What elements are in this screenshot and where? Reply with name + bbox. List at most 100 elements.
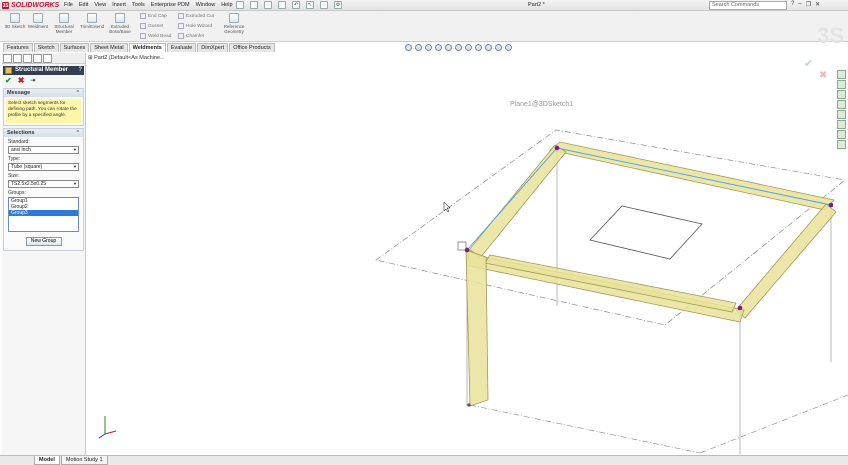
graphics-area[interactable]: [86, 53, 836, 455]
chamfer-button[interactable]: Chamfer: [178, 33, 204, 39]
display-style-icon[interactable]: [455, 44, 462, 51]
selections-header-text: Selections: [7, 130, 35, 136]
restore-icon[interactable]: ❐: [806, 1, 811, 8]
structural-member-button[interactable]: Structural Member: [52, 13, 76, 34]
view-settings-icon[interactable]: [495, 44, 502, 51]
tab-office-products[interactable]: Office Products: [229, 43, 275, 52]
zoom-to-area-icon[interactable]: [415, 44, 422, 51]
zoom-to-fit-icon[interactable]: [405, 44, 412, 51]
tab-weldments[interactable]: Weldments: [128, 43, 166, 52]
hide-show-items-icon[interactable]: [465, 44, 472, 51]
confirm-corner-cancel-icon[interactable]: ✖: [819, 70, 827, 81]
menu-edit[interactable]: Edit: [79, 2, 88, 8]
part-name: Part2 (Default<As Machine...: [94, 55, 165, 61]
custom-properties-icon[interactable]: [837, 120, 846, 129]
section-view-icon[interactable]: [435, 44, 442, 51]
tab-model[interactable]: Model: [34, 456, 60, 465]
previous-view-icon[interactable]: [425, 44, 432, 51]
configurationmanager-tab-icon[interactable]: [23, 54, 32, 63]
appearances-icon[interactable]: [837, 110, 846, 119]
expand-icon[interactable]: ⊞: [88, 55, 93, 61]
weld-bead-button[interactable]: Weld Bead: [140, 33, 171, 39]
tab-sketch[interactable]: Sketch: [33, 43, 59, 52]
close-icon[interactable]: ✕: [815, 1, 820, 8]
extruded-cut-label: Extruded Cut: [186, 13, 214, 19]
type-value: Tube (square): [11, 164, 43, 170]
menu-window[interactable]: Window: [196, 2, 216, 8]
view-orientation-icon[interactable]: [445, 44, 452, 51]
size-select[interactable]: TS2.5x2.5x0.25 ▼: [8, 180, 79, 188]
standard-select[interactable]: ansi inch ▼: [8, 146, 79, 154]
tab-features[interactable]: Features: [3, 43, 33, 52]
end-cap-button[interactable]: End Cap: [140, 13, 167, 19]
type-select[interactable]: Tube (square) ▼: [8, 163, 79, 171]
size-value: TS2.5x2.5x0.25: [11, 181, 47, 187]
solidworks-resources-icon[interactable]: [837, 70, 846, 79]
save-icon[interactable]: [264, 1, 272, 9]
collapse-chevron-icon[interactable]: ⌃: [76, 89, 80, 97]
chevron-down-icon: ▼: [73, 164, 77, 169]
gusset-button[interactable]: Gusset: [140, 23, 163, 29]
confirm-corner-ok-icon[interactable]: ✔: [804, 57, 813, 70]
new-group-button[interactable]: New Group: [25, 237, 62, 246]
menu-enterprise-pdm[interactable]: Enterprise PDM: [151, 2, 190, 8]
edit-appearance-icon[interactable]: [475, 44, 482, 51]
menu-help[interactable]: Help: [221, 2, 232, 8]
list-item-selected[interactable]: Group3: [9, 210, 78, 216]
menu-insert[interactable]: Insert: [112, 2, 126, 8]
reference-geometry-button[interactable]: Reference Geometry: [220, 13, 248, 34]
weldment-button[interactable]: Weldment: [26, 13, 50, 29]
ok-check-icon[interactable]: ✔: [5, 76, 12, 85]
display-manager-tab-icon[interactable]: [43, 54, 52, 63]
tab-evaluate[interactable]: Evaluate: [166, 43, 197, 52]
propertymanager-tab-icon[interactable]: [13, 54, 22, 63]
quick-access-toolbar: ↶ ↖ ⚙: [236, 1, 342, 9]
collapse-chevron-icon[interactable]: ⌃: [76, 129, 80, 137]
hole-wizard-button[interactable]: Hole Wizard: [178, 23, 212, 29]
menu-view[interactable]: View: [94, 2, 106, 8]
view-palette-icon[interactable]: [837, 100, 846, 109]
reference-geometry-icon: [229, 13, 239, 23]
menu-file[interactable]: File: [64, 2, 73, 8]
tab-motion-study-1[interactable]: Motion Study 1: [60, 456, 108, 465]
trim-extend-label: Trim/Extend: [80, 24, 105, 29]
3d-sketch-button[interactable]: 3D Sketch: [3, 13, 27, 29]
message-header[interactable]: Message ⌃: [4, 89, 83, 97]
minimize-icon[interactable]: –: [798, 1, 801, 8]
extruded-cut-button[interactable]: Extruded Cut: [178, 13, 214, 19]
print-icon[interactable]: [278, 1, 286, 9]
monitor-icon[interactable]: [505, 44, 512, 51]
tab-sheet-metal[interactable]: Sheet Metal: [90, 43, 128, 52]
apply-scene-icon[interactable]: [485, 44, 492, 51]
trim-extend-button[interactable]: Trim/Extend: [80, 13, 104, 29]
document-title: Part2 *: [528, 2, 545, 8]
reference-triad-icon: [98, 416, 117, 439]
help-icon[interactable]: ?: [78, 66, 82, 75]
search-commands-input[interactable]: Search Commands: [709, 1, 787, 10]
dimxpert-tab-icon[interactable]: [33, 54, 42, 63]
help-icon[interactable]: ?: [791, 1, 794, 8]
property-manager-title-text: Structural Member: [15, 67, 69, 73]
tab-surfaces[interactable]: Surfaces: [59, 43, 90, 52]
extruded-boss-button[interactable]: Extruded Boss/Base: [108, 13, 132, 34]
structural-member-title-icon: [5, 67, 12, 74]
solidworks-logo[interactable]: 3S SOLIDWORKS: [2, 1, 59, 10]
cancel-x-icon[interactable]: ✖: [18, 76, 25, 85]
file-explorer-icon[interactable]: [837, 90, 846, 99]
forum-icon[interactable]: [837, 130, 846, 139]
task-pane-more-icon[interactable]: [837, 140, 846, 149]
design-library-icon[interactable]: [837, 80, 846, 89]
featuremanager-tab-icon[interactable]: [3, 54, 12, 63]
select-arrow-icon[interactable]: ↖: [306, 1, 314, 9]
undo-icon[interactable]: ↶: [292, 1, 300, 9]
groups-list[interactable]: Group1 Group2 Group3: [8, 197, 79, 232]
new-document-icon[interactable]: [236, 1, 244, 9]
tab-dimxpert[interactable]: DimXpert: [197, 43, 229, 52]
rebuild-icon[interactable]: [320, 1, 328, 9]
menu-tools[interactable]: Tools: [132, 2, 145, 8]
open-folder-icon[interactable]: [250, 1, 258, 9]
selections-header[interactable]: Selections ⌃: [4, 129, 83, 137]
feature-tree-root[interactable]: ⊞ Part2 (Default<As Machine...: [88, 55, 165, 61]
options-gear-icon[interactable]: ⚙: [334, 1, 342, 9]
pushpin-icon[interactable]: ⇥: [30, 77, 35, 84]
